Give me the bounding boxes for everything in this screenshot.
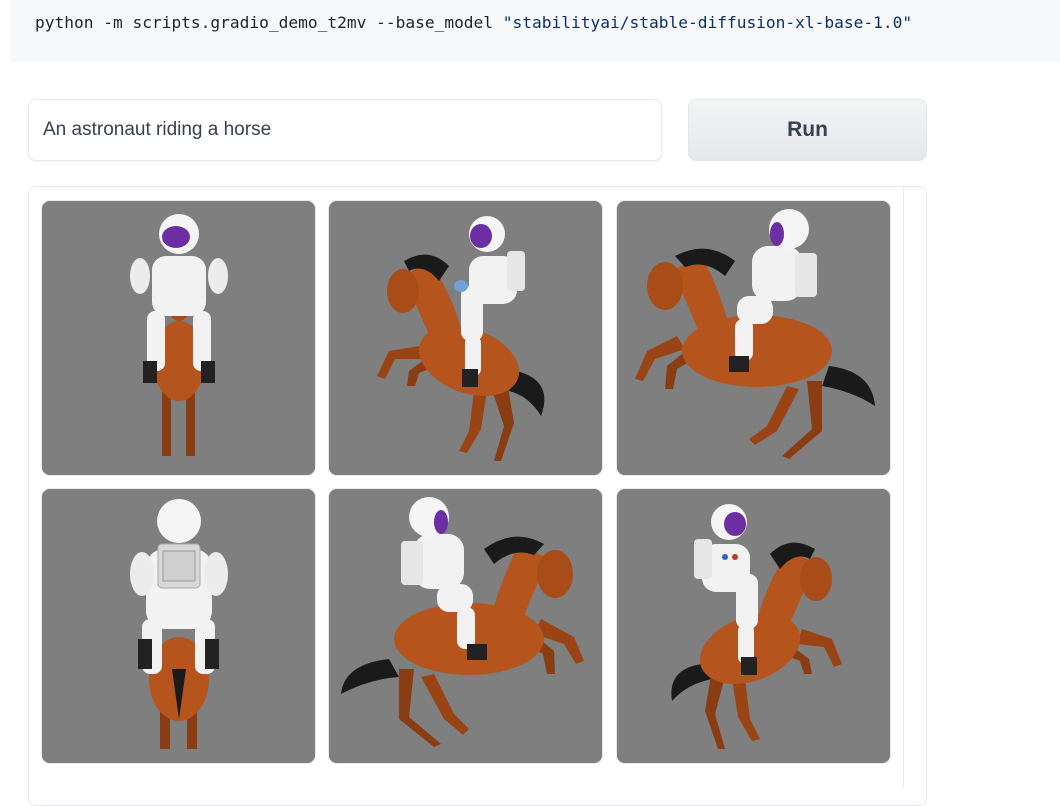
command-code-block: python -m scripts.gradio_demo_t2mv --bas…: [10, 0, 1060, 62]
gallery-image-back[interactable]: [42, 489, 315, 763]
gallery-image-right[interactable]: [329, 489, 602, 763]
gallery-image-front[interactable]: [42, 201, 315, 475]
run-button[interactable]: Run: [688, 99, 927, 161]
gallery-image-left[interactable]: [617, 201, 890, 475]
model-argument-text: "stabilityai/stable-diffusion-xl-base-1.…: [502, 13, 913, 32]
gallery-image-front-right[interactable]: [617, 489, 890, 763]
prompt-input[interactable]: [29, 100, 661, 160]
gallery-scrollbar[interactable]: [903, 187, 904, 787]
gallery-image-front-left[interactable]: [329, 201, 602, 475]
command-text: python -m scripts.gradio_demo_t2mv --bas…: [35, 13, 503, 32]
prompt-textbox[interactable]: [28, 99, 662, 161]
